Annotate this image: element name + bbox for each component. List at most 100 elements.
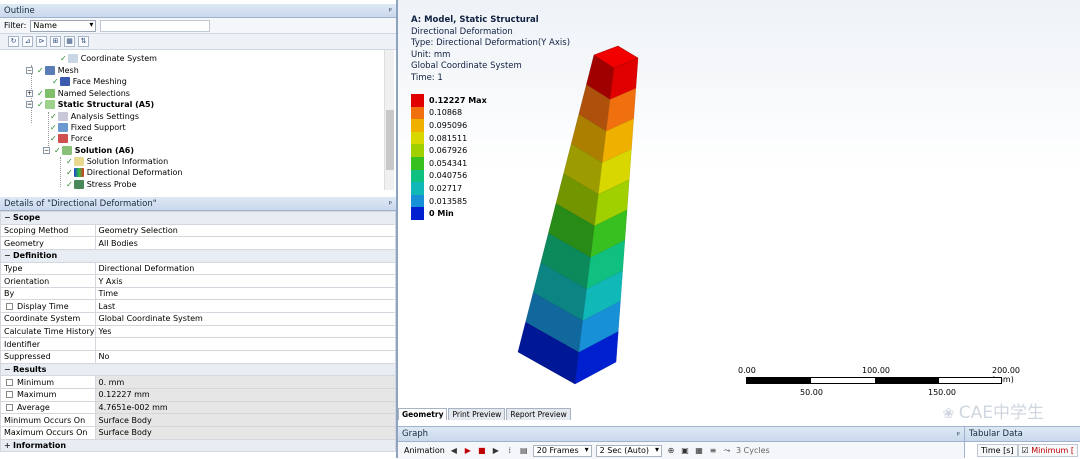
prop-row[interactable]: Maximum 0.12227 mm — [0, 387, 396, 402]
image-icon[interactable]: ▦ — [64, 36, 75, 47]
tree-item-named-selections[interactable]: + ✓ Named Selections — [26, 88, 130, 99]
tree-label: Named Selections — [57, 89, 130, 98]
prop-value[interactable]: Y Axis — [94, 274, 396, 288]
scale-bar-track — [746, 377, 1002, 384]
check-icon: ☑ — [1021, 446, 1029, 455]
tree-label: Coordinate System — [80, 54, 157, 63]
prop-value[interactable]: All Bodies — [94, 236, 396, 250]
prop-value[interactable]: Time — [94, 286, 396, 301]
prop-row[interactable]: Maximum Occurs On Surface Body — [0, 425, 396, 440]
prop-row[interactable]: Type Directional Deformation — [0, 261, 396, 276]
pin-icon[interactable]: ᵖ — [957, 427, 960, 442]
sort-icon[interactable]: ⇅ — [78, 36, 89, 47]
tree-scroll-thumb[interactable] — [386, 110, 394, 170]
minimum-checkbox[interactable] — [6, 378, 13, 386]
copy-icon[interactable]: ▦ — [694, 446, 704, 456]
deformed-beam-model[interactable] — [398, 0, 1080, 426]
tree-item-stress-probe[interactable]: ✓ Stress Probe — [66, 179, 137, 190]
prop-value[interactable]: No — [94, 350, 396, 364]
prop-row[interactable]: Scoping Method Geometry Selection — [0, 223, 396, 238]
prop-value[interactable]: Yes — [94, 324, 396, 339]
prop-row[interactable]: Calculate Time History Yes — [0, 324, 396, 339]
section-scope[interactable]: − Scope — [0, 211, 396, 225]
prop-value[interactable]: Geometry Selection — [94, 223, 396, 238]
prop-row[interactable]: Suppressed No — [0, 350, 396, 364]
tab-print-preview[interactable]: Print Preview — [448, 408, 506, 420]
flag-icon[interactable]: ⊳ — [36, 36, 47, 47]
export-video-icon[interactable]: ▣ — [680, 446, 690, 456]
tree-label: Solution Information — [86, 157, 169, 166]
prop-row[interactable]: Minimum Occurs On Surface Body — [0, 413, 396, 427]
prop-value[interactable]: Directional Deformation — [94, 261, 396, 276]
frames-select[interactable]: 20 Frames — [532, 444, 592, 457]
prop-key: Coordinate System — [0, 312, 96, 326]
prop-row[interactable]: By Time — [0, 286, 396, 301]
tab-geometry[interactable]: Geometry — [398, 408, 448, 420]
prop-row[interactable]: Geometry All Bodies — [0, 236, 396, 250]
play-icon[interactable]: ▶ — [463, 446, 473, 456]
filter-label: Filter: — [4, 21, 27, 30]
prop-value: Surface Body — [94, 413, 396, 427]
prop-row[interactable]: Minimum 0. mm — [0, 375, 396, 389]
tree-label: Fixed Support — [70, 123, 126, 132]
filter-input[interactable] — [100, 19, 211, 32]
section-label: Results — [13, 365, 47, 374]
tree-item-solution-information[interactable]: ✓ Solution Information — [66, 156, 168, 167]
graphics-viewport[interactable]: A: Model, Static Structural Directional … — [398, 0, 1080, 426]
settings-icon[interactable]: ≡ — [708, 446, 718, 456]
tree-item-face-meshing[interactable]: ✓ Face Meshing — [52, 76, 127, 87]
scale-label: 150.00 — [928, 388, 956, 397]
animation-label: Animation — [404, 446, 445, 455]
prop-row[interactable]: Average 4.7651e-002 mm — [0, 400, 396, 415]
previous-frame-icon[interactable]: ◀ — [449, 446, 459, 456]
column-minimum-label: Minimum [ — [1031, 446, 1074, 455]
section-information[interactable]: + Information — [0, 438, 396, 453]
pin-icon[interactable]: ᵖ — [389, 197, 392, 211]
face-meshing-icon — [59, 77, 70, 86]
section-definition[interactable]: − Definition — [0, 248, 396, 263]
prop-row[interactable]: Identifier — [0, 337, 396, 352]
cycles-icon[interactable]: ⤳ — [722, 446, 732, 456]
collapse-all-icon[interactable]: ⊞ — [50, 36, 61, 47]
outline-title-text: Outline — [4, 6, 35, 16]
maximum-checkbox[interactable] — [6, 391, 13, 399]
section-label: Information — [13, 440, 67, 450]
refresh-icon[interactable]: ↻ — [8, 36, 19, 47]
result-sets-icon[interactable]: ▤ — [519, 446, 529, 456]
prop-row[interactable]: Orientation Y Axis — [0, 274, 396, 288]
average-checkbox[interactable] — [6, 403, 13, 411]
pin-icon[interactable]: ᵖ — [389, 4, 392, 18]
tree-item-mesh[interactable]: − ✓ Mesh — [26, 65, 79, 76]
prop-row[interactable]: Coordinate System Global Coordinate Syste… — [0, 312, 396, 326]
prop-key: Calculate Time History — [0, 324, 96, 339]
tab-report-preview[interactable]: Report Preview — [506, 408, 571, 420]
tree-scrollbar[interactable] — [384, 50, 394, 190]
next-frame-icon[interactable]: ▶ — [491, 446, 501, 456]
column-time[interactable]: Time [s] — [977, 444, 1018, 457]
duration-select[interactable]: 2 Sec (Auto) — [595, 444, 663, 457]
tree-item-static-structural[interactable]: − ✓ Static Structural (A5) — [26, 99, 154, 110]
display-time-checkbox[interactable] — [6, 302, 13, 310]
expand-icon[interactable]: ⊿ — [22, 36, 33, 47]
filter-select[interactable]: Name — [30, 19, 97, 32]
distributed-frames-icon[interactable]: ⁞ — [505, 446, 515, 456]
stop-icon[interactable]: ■ — [477, 446, 487, 456]
tree-item-force[interactable]: ✓ Force — [50, 133, 92, 144]
tree-item-solution[interactable]: − ✓ Solution (A6) — [43, 145, 134, 156]
prop-value[interactable] — [94, 337, 396, 352]
prop-value[interactable]: Global Coordinate System — [94, 312, 396, 326]
prop-key: Maximum — [17, 390, 57, 400]
tree-item-coordinate-system[interactable]: ✓ Coordinate System — [60, 53, 157, 64]
tree-label: Force — [70, 134, 93, 143]
section-results[interactable]: − Results — [0, 362, 396, 377]
prop-row[interactable]: Display Time Last — [0, 299, 396, 314]
zoom-fit-icon[interactable]: ⊕ — [666, 446, 676, 456]
prop-value[interactable]: Last — [94, 299, 396, 314]
prop-key: Type — [0, 261, 96, 276]
tree-item-directional-deformation[interactable]: ✓ Directional Deformation — [66, 167, 182, 178]
column-minimum[interactable]: ☑ Minimum [ — [1017, 444, 1078, 457]
tree-label: Mesh — [57, 66, 79, 75]
tree-item-fixed-support[interactable]: ✓ Fixed Support — [50, 122, 126, 133]
tree-item-analysis-settings[interactable]: ✓ Analysis Settings — [50, 111, 139, 122]
scale-label: 0.00 — [738, 366, 756, 375]
